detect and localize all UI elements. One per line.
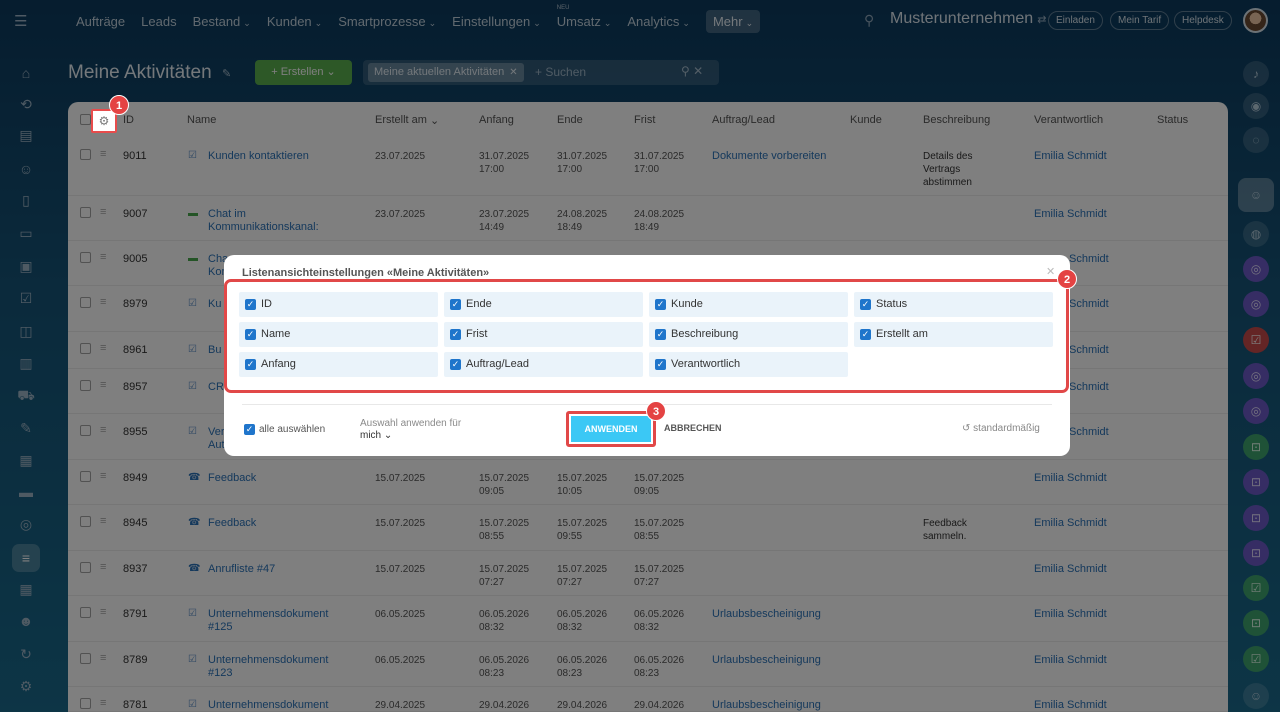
select-all-checkbox[interactable]: ✓ (244, 424, 255, 435)
select-all-label[interactable]: alle auswählen (259, 424, 325, 435)
marker-3: 3 (646, 401, 666, 421)
highlight-frame-2 (224, 279, 1069, 393)
dialog-title: Listenansichteinstellungen «Meine Aktivi… (242, 267, 490, 279)
marker-2: 2 (1057, 269, 1077, 289)
apply-button[interactable]: ANWENDEN (571, 416, 651, 442)
apply-button-highlight[interactable]: ANWENDEN (566, 411, 656, 447)
close-icon[interactable]: ✕ (1046, 265, 1055, 278)
reset-default-button[interactable]: ↺ standardmäßig (962, 423, 1040, 434)
apply-for-label: Auswahl anwenden für (360, 418, 462, 429)
marker-1: 1 (109, 95, 129, 115)
cancel-button[interactable]: ABBRECHEN (664, 423, 722, 433)
apply-for-value: mich (360, 430, 382, 441)
default-label: standardmäßig (973, 423, 1040, 434)
apply-for-dropdown[interactable]: mich ⌄ (360, 430, 392, 441)
